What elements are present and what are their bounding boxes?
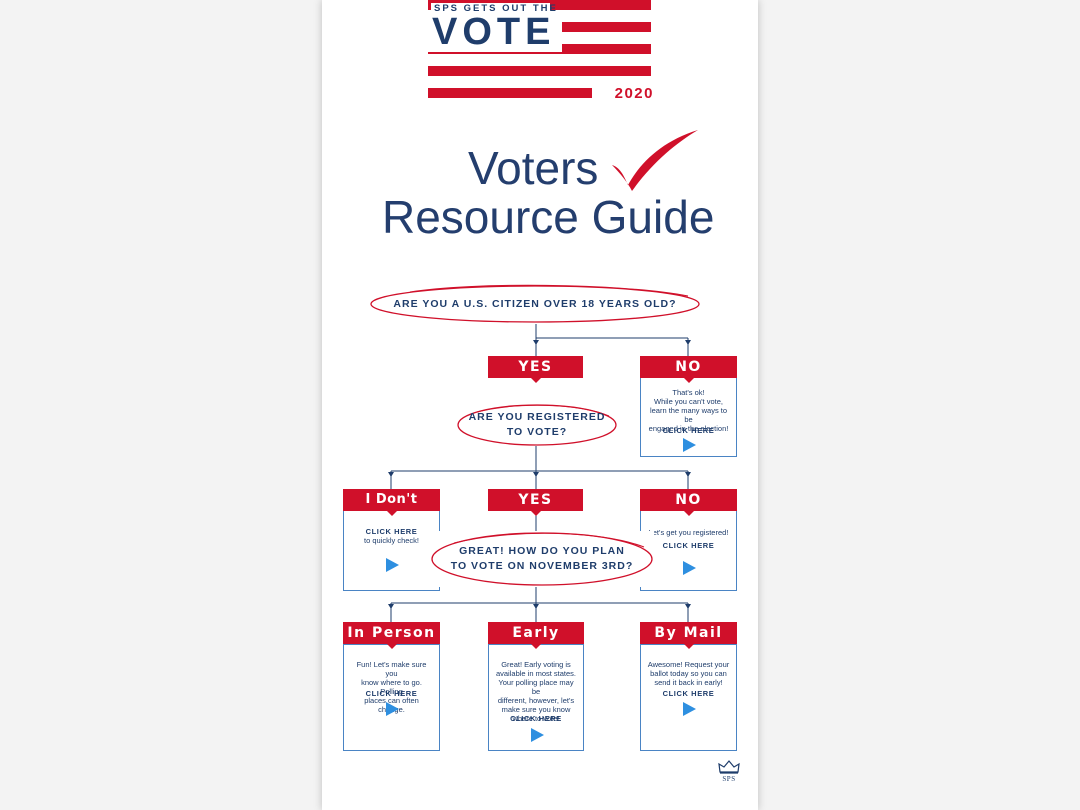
early-click-here[interactable]: CLICK HERE xyxy=(489,714,583,723)
question-registered-line2: TO VOTE? xyxy=(506,426,568,438)
label-dont-know: I Don't Know xyxy=(343,489,440,529)
question-citizen-oval: ARE YOU A U.S. CITIZEN OVER 18 YEARS OLD… xyxy=(370,284,700,324)
box-in-person: Fun! Let's make sure you know where to g… xyxy=(343,644,440,751)
box-not-registered: Let's get you registered! CLICK HERE xyxy=(640,510,737,591)
play-icon[interactable] xyxy=(683,702,696,716)
by-mail-text: Awesome! Request your ballot today so yo… xyxy=(647,660,730,687)
label-no-registered: NO xyxy=(640,489,737,516)
question-registered-line1: ARE YOU REGISTERED xyxy=(468,411,606,423)
box-not-citizen: That's ok! While you can't vote, learn t… xyxy=(640,376,737,457)
resource-guide-page: VOTE SPS GETS OUT THE 2020 Voters Resour… xyxy=(322,0,758,810)
not-registered-text: Let's get you registered! xyxy=(648,528,729,537)
in-person-click-here[interactable]: CLICK HERE xyxy=(344,689,439,698)
question-plan-line2: TO VOTE ON NOVEMBER 3RD? xyxy=(450,560,634,572)
label-by-mail: By Mail xyxy=(640,622,737,649)
not-citizen-click-here[interactable]: CLICK HERE xyxy=(641,426,736,435)
play-icon[interactable] xyxy=(386,558,399,572)
label-in-person: In Person xyxy=(343,622,440,649)
question-plan-oval: GREAT! HOW DO YOU PLAN TO VOTE ON NOVEMB… xyxy=(430,531,654,587)
sps-logo-text: SPS xyxy=(722,775,736,783)
not-registered-click-here[interactable]: CLICK HERE xyxy=(641,541,736,550)
label-yes-citizen: YES xyxy=(488,356,583,383)
dont-know-text: to quickly check! xyxy=(363,536,420,545)
label-early: Early xyxy=(488,622,584,649)
play-icon[interactable] xyxy=(683,438,696,452)
box-early: Great! Early voting is available in most… xyxy=(488,644,584,751)
question-citizen-text: ARE YOU A U.S. CITIZEN OVER 18 YEARS OLD… xyxy=(393,297,677,310)
crown-icon xyxy=(718,760,740,774)
question-registered-oval: ARE YOU REGISTERED TO VOTE? xyxy=(457,404,617,446)
by-mail-click-here[interactable]: CLICK HERE xyxy=(641,689,736,698)
play-icon[interactable] xyxy=(683,561,696,575)
label-no-citizen: NO xyxy=(640,356,737,383)
label-yes-registered: YES xyxy=(488,489,583,516)
sps-footer-logo: SPS xyxy=(718,760,740,786)
play-icon[interactable] xyxy=(531,728,544,742)
box-by-mail: Awesome! Request your ballot today so yo… xyxy=(640,644,737,751)
question-plan-line1: GREAT! HOW DO YOU PLAN xyxy=(459,545,625,557)
play-icon[interactable] xyxy=(386,702,399,716)
